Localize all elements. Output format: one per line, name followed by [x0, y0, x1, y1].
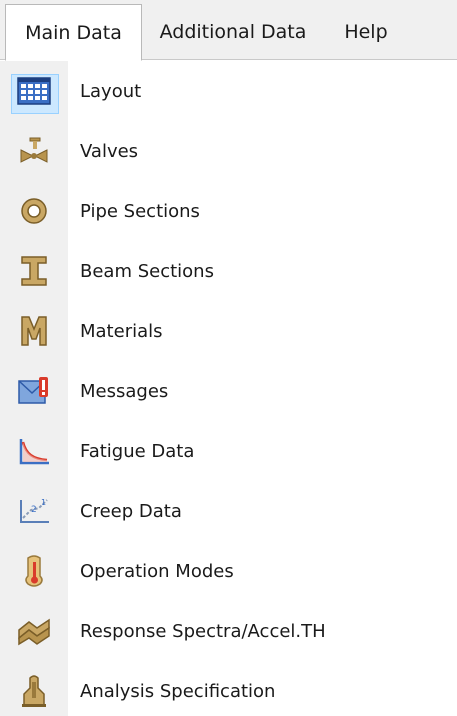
- response-spectra-icon: [0, 601, 68, 661]
- list-item-response-spectra[interactable]: Response Spectra/Accel.TH: [0, 601, 457, 661]
- list-item-materials[interactable]: Materials: [0, 301, 457, 361]
- list-item-label: Operation Modes: [80, 560, 234, 582]
- list-item-creep-data[interactable]: 2 1 Creep Data: [0, 481, 457, 541]
- layout-grid-icon: [0, 61, 68, 121]
- list-item-beam-sections[interactable]: Beam Sections: [0, 241, 457, 301]
- list-item-operation-modes[interactable]: Operation Modes: [0, 541, 457, 601]
- thermometer-icon: [0, 541, 68, 601]
- creep-data-icon: 2 1: [0, 481, 68, 541]
- list-item-fatigue-data[interactable]: Fatigue Data: [0, 421, 457, 481]
- list-item-label: Valves: [80, 140, 139, 162]
- list-item-layout[interactable]: Layout: [0, 61, 457, 121]
- materials-icon: [0, 301, 68, 361]
- app-window: Main Data Additional Data Help Layout Va…: [0, 0, 457, 716]
- list-item-label: Analysis Specification: [80, 680, 276, 702]
- list-item-label: Layout: [80, 80, 142, 102]
- list-item-pipe-sections[interactable]: Pipe Sections: [0, 181, 457, 241]
- svg-text:1: 1: [41, 498, 46, 507]
- list-item-analysis-specification[interactable]: Analysis Specification: [0, 661, 457, 716]
- list-item-label: Response Spectra/Accel.TH: [80, 620, 326, 642]
- valve-icon: [0, 121, 68, 181]
- tab-main-data[interactable]: Main Data: [5, 4, 142, 61]
- list-item-messages[interactable]: Messages: [0, 361, 457, 421]
- svg-text:2: 2: [31, 505, 37, 515]
- list-item-label: Materials: [80, 320, 163, 342]
- fatigue-curve-icon: [0, 421, 68, 481]
- list-item-label: Fatigue Data: [80, 440, 195, 462]
- list-item-label: Pipe Sections: [80, 200, 200, 222]
- menu-bar: Main Data Additional Data Help: [0, 0, 457, 61]
- beam-section-icon: [0, 241, 68, 301]
- tab-help[interactable]: Help: [327, 4, 405, 60]
- list-item-label: Creep Data: [80, 500, 182, 522]
- main-data-list: Layout Valves Pipe Sections Beam Section…: [0, 61, 457, 716]
- list-item-valves[interactable]: Valves: [0, 121, 457, 181]
- pipe-section-icon: [0, 181, 68, 241]
- list-item-label: Messages: [80, 380, 169, 402]
- messages-icon: [0, 361, 68, 421]
- list-item-label: Beam Sections: [80, 260, 214, 282]
- tab-additional-data[interactable]: Additional Data: [143, 4, 323, 60]
- analysis-spec-icon: [0, 661, 68, 716]
